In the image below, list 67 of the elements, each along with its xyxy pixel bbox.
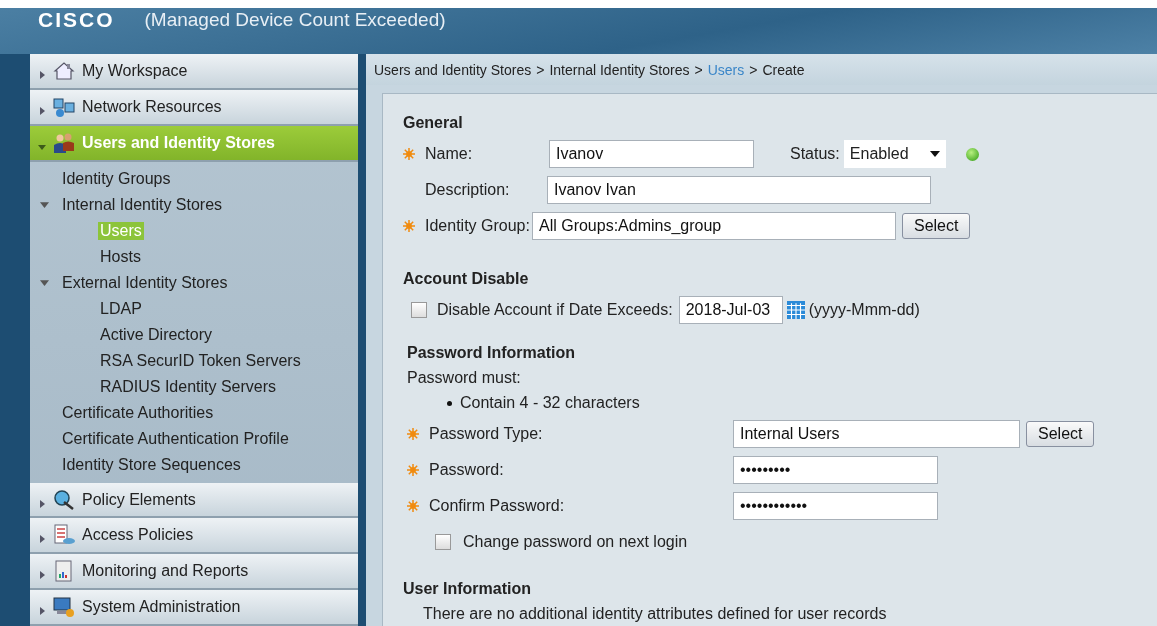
field-label: Description: [425,181,511,199]
field-label: Password: [429,461,505,479]
checkbox-label: Change password on next login [463,533,688,551]
section-heading: General [403,114,464,133]
info-text: There are no additional identity attributes defined for user records [422,604,888,624]
field-label: Password Type: [429,425,544,443]
checkbox[interactable] [411,302,427,318]
select-button[interactable]: Select [1026,421,1095,447]
caret-icon [38,499,46,508]
header-notice: (Managed Device Count Exceeded) [144,8,446,32]
input-field[interactable]: Internal Users [733,420,1020,448]
tree-item[interactable]: Hosts [98,247,143,266]
select-button[interactable]: Select [901,213,971,239]
section-heading: User Information [403,580,532,599]
sidebar-section[interactable]: Access Policies [30,518,358,555]
password-rule: Contain 4 - 32 characters [460,393,640,413]
section-heading: Password Information [407,344,577,363]
status-dropdown[interactable]: Enabled [843,140,946,168]
tree-item[interactable]: RSA SecurID Token Servers [98,351,303,370]
breadcrumb-item[interactable]: Users and Identity Stores [374,61,532,78]
breadcrumb-separator: > [749,61,758,78]
sidebar-section[interactable]: System Administration [30,590,358,626]
checkbox[interactable] [435,534,451,550]
tree-item[interactable]: LDAP [98,299,144,318]
sidebar-section[interactable]: Monitoring and Reports [30,554,358,591]
tree-item[interactable]: RADIUS Identity Servers [98,377,279,396]
breadcrumb-separator: > [536,61,545,78]
field-label: Confirm Password: [429,497,566,515]
section-heading: Account Disable [403,270,530,289]
password-rules-intro: Password must: [407,368,522,388]
identity-group-field[interactable]: All Groups:Admins_group [531,212,896,240]
field-label: Name: [425,145,474,163]
tree-item[interactable]: Certificate Authentication Profile [60,429,291,448]
caret-icon [38,70,46,79]
input-field[interactable]: •••••••••••• [733,492,938,520]
bullet-icon [447,400,452,406]
breadcrumb-item[interactable]: Internal Identity Stores [549,61,690,78]
field-label: Status: [790,145,840,163]
caret-icon [38,607,46,616]
breadcrumb-separator: > [694,61,703,78]
computer-icon [52,595,76,620]
logo: CISCO [38,8,115,32]
tree-item[interactable]: Certificate Authorities [60,403,216,422]
checkbox-label: Disable Account if Date Exceeds: [437,301,673,319]
caret-icon [38,535,46,544]
sidebar-section[interactable]: My Workspace [30,54,358,90]
tree-item[interactable]: Active Directory [98,325,215,344]
calendar-icon[interactable] [786,301,805,319]
date-format-hint: (yyyy-Mmm-dd) [808,301,920,319]
sidebar-section[interactable]: Network Resources [30,89,358,126]
caret-icon [38,106,46,115]
sidebar-section[interactable]: Policy Elements [30,482,358,519]
caret-icon[interactable] [40,200,49,210]
tree-item[interactable]: Internal Identity Stores [60,195,225,214]
date-field[interactable]: 2018-Jul-03 [678,296,783,324]
name-field[interactable]: Ivanov [549,140,754,168]
tree-item[interactable]: External Identity Stores [60,273,230,292]
breadcrumb-item[interactable]: Create [762,61,805,78]
tree-item[interactable]: Identity Groups [60,169,173,188]
caret-icon[interactable] [40,278,49,288]
description-field[interactable]: Ivanov Ivan [547,176,931,204]
tree-item[interactable]: Identity Store Sequences [60,455,243,474]
field-label: Identity Group: [425,217,530,235]
input-field[interactable]: ••••••••• [733,456,938,484]
caret-icon [38,571,46,580]
caret-icon [929,151,940,157]
caret-icon [38,142,46,151]
